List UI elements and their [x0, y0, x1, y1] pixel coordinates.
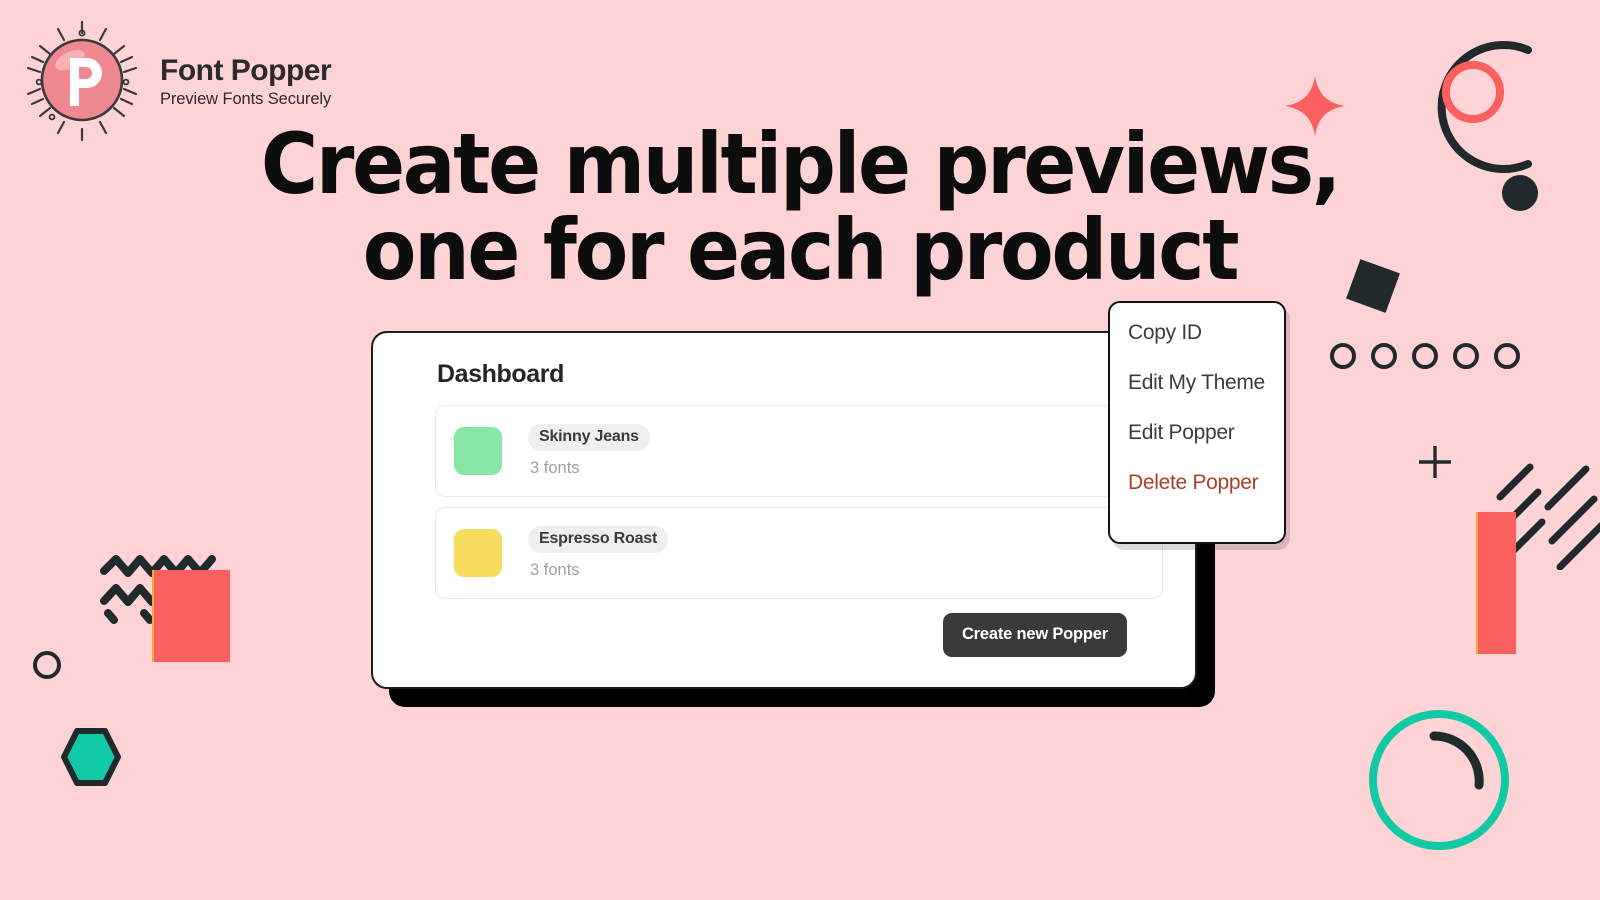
menu-item-delete-popper[interactable]: Delete Popper	[1128, 471, 1284, 495]
coral-square-decoration	[152, 570, 230, 662]
teal-hexagon-icon	[61, 728, 121, 786]
dashboard-card: Dashboard Skinny Jeans 3 fonts Espresso …	[371, 331, 1197, 689]
popper-swatch	[454, 529, 502, 577]
create-new-popper-button[interactable]: Create new Popper	[942, 613, 1127, 657]
create-button-row: Create new Popper	[399, 613, 1169, 657]
popper-context-menu: Copy ID Edit My Theme Edit Popper Delete…	[1108, 301, 1286, 544]
brand-tagline: Preview Fonts Securely	[160, 90, 332, 109]
coral-ring-icon	[1442, 61, 1504, 123]
menu-item-edit-my-theme[interactable]: Edit My Theme	[1128, 371, 1284, 395]
mini-ring-icon	[1371, 343, 1397, 369]
popper-font-count: 3 fonts	[530, 459, 580, 477]
coral-bar-decoration	[1476, 512, 1516, 654]
popper-font-count: 3 fonts	[530, 561, 580, 579]
menu-item-edit-popper[interactable]: Edit Popper	[1128, 421, 1284, 445]
dark-ring-icon	[33, 651, 61, 679]
mini-ring-icon	[1412, 343, 1438, 369]
popper-name: Espresso Roast	[528, 526, 669, 553]
zigzag-lines-icon	[100, 555, 216, 624]
mini-ring-icon	[1494, 343, 1520, 369]
menu-item-copy-id[interactable]: Copy ID	[1128, 321, 1284, 345]
popper-list: Skinny Jeans 3 fonts Espresso Roast 3 fo…	[399, 405, 1169, 599]
hatch-lines-icon	[1496, 463, 1600, 570]
teal-ring-icon	[1369, 710, 1509, 850]
headline-line-2: one for each product	[362, 200, 1240, 299]
dot-row-decoration	[1330, 343, 1520, 369]
popper-meta: Espresso Roast 3 fonts	[528, 526, 669, 580]
brand-text: Font Popper Preview Fonts Securely	[160, 53, 332, 110]
page-headline: Create multiple previews, one for each p…	[56, 121, 1544, 299]
popper-row[interactable]: Skinny Jeans 3 fonts	[435, 405, 1163, 497]
plus-icon	[1419, 446, 1451, 478]
popper-swatch	[454, 427, 502, 475]
popper-name: Skinny Jeans	[528, 424, 650, 451]
mini-ring-icon	[1330, 343, 1356, 369]
brand-name: Font Popper	[160, 53, 332, 87]
headline-line-1: Create multiple previews,	[260, 115, 1342, 213]
popper-row[interactable]: Espresso Roast 3 fonts	[435, 507, 1163, 599]
mini-ring-icon	[1453, 343, 1479, 369]
popper-meta: Skinny Jeans 3 fonts	[528, 424, 650, 478]
dashboard-title: Dashboard	[437, 360, 564, 388]
